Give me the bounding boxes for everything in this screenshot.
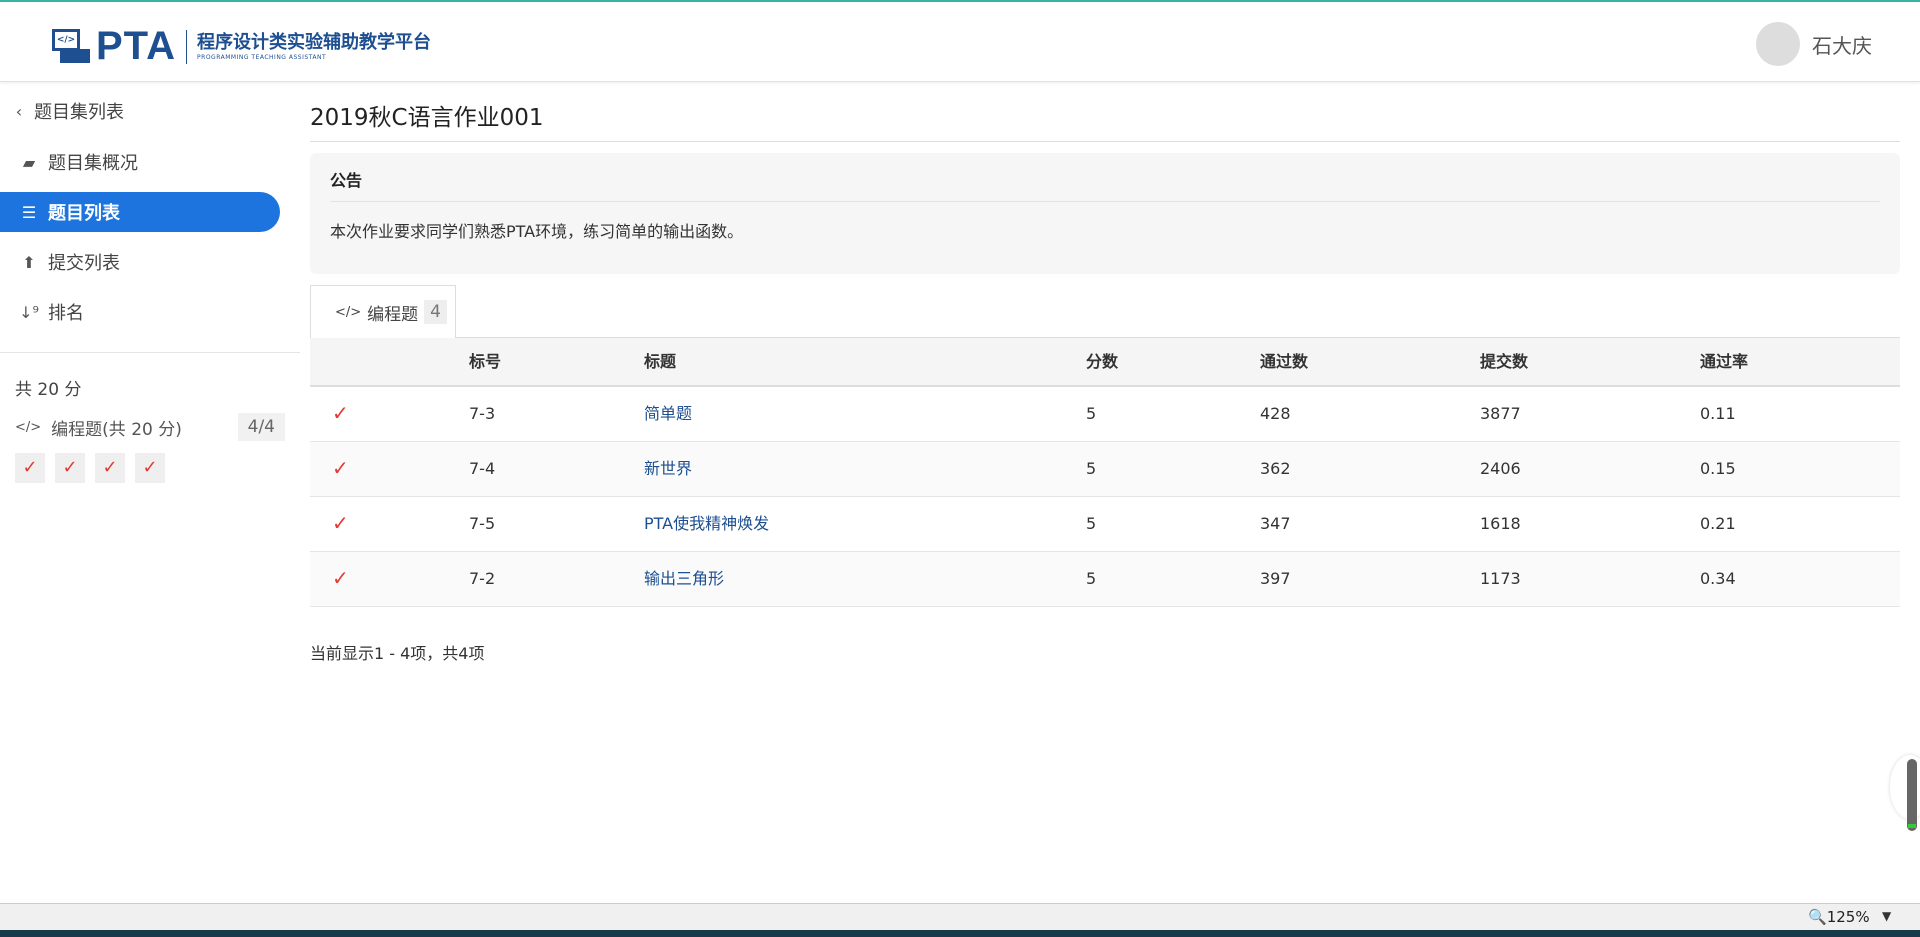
notice-heading: 公告 — [330, 153, 1880, 202]
check-icon[interactable]: ✓ — [95, 453, 125, 483]
chevron-down-icon[interactable]: ▼ — [1882, 909, 1891, 923]
zoom-icon: 🔍 — [1808, 908, 1827, 926]
header: </> PTA 程序设计类实验辅助教学平台 PROGRAMMING TEACHIN… — [0, 2, 1920, 82]
code-icon: </> — [15, 419, 42, 435]
problem-title-link[interactable]: 新世界 — [644, 442, 692, 495]
check-icon[interactable]: ✓ — [55, 453, 85, 483]
table-row[interactable]: ✓ 7-2 输出三角形 5 397 1173 0.34 — [310, 552, 1900, 607]
avatar[interactable] — [1756, 22, 1800, 66]
cell-id: 7-3 — [469, 404, 496, 423]
sidebar-item-ranking[interactable]: ↓⁹ 排名 — [0, 292, 280, 332]
sidebar-item-problem-list[interactable]: ☰ 题目列表 — [0, 192, 280, 232]
pta-logo[interactable]: </> PTA 程序设计类实验辅助教学平台 PROGRAMMING TEACHIN… — [50, 24, 431, 69]
sort-icon: ↓⁹ — [19, 302, 39, 322]
divider — [0, 352, 300, 353]
cell-rate: 0.11 — [1700, 404, 1736, 423]
logo-en: PROGRAMMING TEACHING ASSISTANT — [197, 54, 327, 61]
column-header[interactable]: 提交数 — [1480, 338, 1528, 386]
notice-text: 本次作业要求同学们熟悉PTA环境，练习简单的输出函数。 — [330, 222, 744, 241]
notice-panel: 公告 本次作业要求同学们熟悉PTA环境，练习简单的输出函数。 — [310, 153, 1900, 274]
tab-label: 编程题 — [367, 304, 419, 325]
tab-programming[interactable]: </> 编程题 4 — [310, 285, 456, 338]
back-to-problem-sets[interactable]: ‹ 题目集列表 — [0, 91, 280, 131]
table-row[interactable]: ✓ 7-4 新世界 5 362 2406 0.15 — [310, 442, 1900, 497]
problem-title-link[interactable]: 输出三角形 — [644, 552, 724, 605]
column-header[interactable]: 通过数 — [1260, 338, 1308, 386]
chevron-left-icon: ‹ — [15, 101, 23, 121]
column-header[interactable]: 通过率 — [1700, 338, 1748, 386]
cell-rate: 0.15 — [1700, 459, 1736, 478]
user-name[interactable]: 石大庆 — [1812, 30, 1872, 59]
cell-passed: 347 — [1260, 514, 1291, 533]
cell-submitted: 1173 — [1480, 569, 1521, 588]
nav-label: 提交列表 — [48, 253, 120, 274]
problem-status-grid: ✓ ✓ ✓ ✓ — [15, 453, 165, 483]
scrollbar[interactable] — [1907, 759, 1917, 831]
check-icon: ✓ — [332, 511, 349, 535]
logo-text: PTA — [96, 24, 177, 68]
cell-rate: 0.21 — [1700, 514, 1736, 533]
cell-submitted: 2406 — [1480, 459, 1521, 478]
cell-id: 7-2 — [469, 569, 496, 588]
cell-id: 7-5 — [469, 514, 496, 533]
column-header[interactable]: 标题 — [644, 338, 676, 386]
browser-status-bar: 🔍125% ▼ — [0, 903, 1920, 930]
category-label: 编程题(共 20 分) — [51, 419, 182, 440]
check-icon[interactable]: ✓ — [15, 453, 45, 483]
divider — [310, 141, 1900, 142]
tab-count-badge: 4 — [424, 300, 447, 324]
zoom-level[interactable]: 🔍125% — [1808, 908, 1870, 926]
category-programming[interactable]: </> 编程题(共 20 分) 4/4 — [15, 413, 285, 441]
check-icon: ✓ — [332, 401, 349, 425]
code-icon: </> — [335, 304, 362, 320]
problem-title-link[interactable]: 简单题 — [644, 387, 692, 440]
category-count: 4/4 — [237, 413, 285, 441]
total-score: 共 20 分 — [15, 380, 82, 400]
check-icon[interactable]: ✓ — [135, 453, 165, 483]
sidebar-item-submissions[interactable]: ⬆ 提交列表 — [0, 242, 280, 282]
nav-label: 题目集概况 — [48, 153, 138, 174]
book-icon: ▰ — [22, 152, 36, 172]
nav-label: 题目集列表 — [34, 102, 124, 123]
cell-passed: 428 — [1260, 404, 1291, 423]
cell-id: 7-4 — [469, 459, 496, 478]
table-header: 标号 标题 分数 通过数 提交数 通过率 — [310, 337, 1900, 387]
zoom-value: 125% — [1826, 908, 1870, 926]
code-book-icon: </> — [50, 28, 92, 65]
problem-title-link[interactable]: PTA使我精神焕发 — [644, 497, 769, 550]
page-title: 2019秋C语言作业001 — [310, 105, 544, 131]
pagination-info: 当前显示1 - 4项，共4项 — [310, 644, 485, 663]
cell-score: 5 — [1086, 514, 1097, 533]
column-header[interactable]: 分数 — [1086, 338, 1118, 386]
cell-submitted: 3877 — [1480, 404, 1521, 423]
taskbar — [0, 930, 1920, 937]
nav-label: 排名 — [48, 303, 84, 324]
check-icon: ✓ — [332, 456, 349, 480]
logo-divider — [186, 29, 188, 64]
check-icon: ✓ — [332, 566, 349, 590]
list-icon: ☰ — [21, 202, 37, 222]
logo-cn: 程序设计类实验辅助教学平台 — [197, 32, 432, 53]
cell-score: 5 — [1086, 404, 1097, 423]
cell-submitted: 1618 — [1480, 514, 1521, 533]
cell-passed: 397 — [1260, 569, 1291, 588]
table-row[interactable]: ✓ 7-5 PTA使我精神焕发 5 347 1618 0.21 — [310, 497, 1900, 552]
cell-score: 5 — [1086, 459, 1097, 478]
sidebar-item-overview[interactable]: ▰ 题目集概况 — [0, 142, 280, 182]
table-row[interactable]: ✓ 7-3 简单题 5 428 3877 0.11 — [310, 387, 1900, 442]
cell-passed: 362 — [1260, 459, 1291, 478]
cell-score: 5 — [1086, 569, 1097, 588]
column-header[interactable]: 标号 — [469, 338, 501, 386]
nav-label: 题目列表 — [48, 203, 120, 224]
upload-icon: ⬆ — [22, 252, 36, 272]
cell-rate: 0.34 — [1700, 569, 1736, 588]
